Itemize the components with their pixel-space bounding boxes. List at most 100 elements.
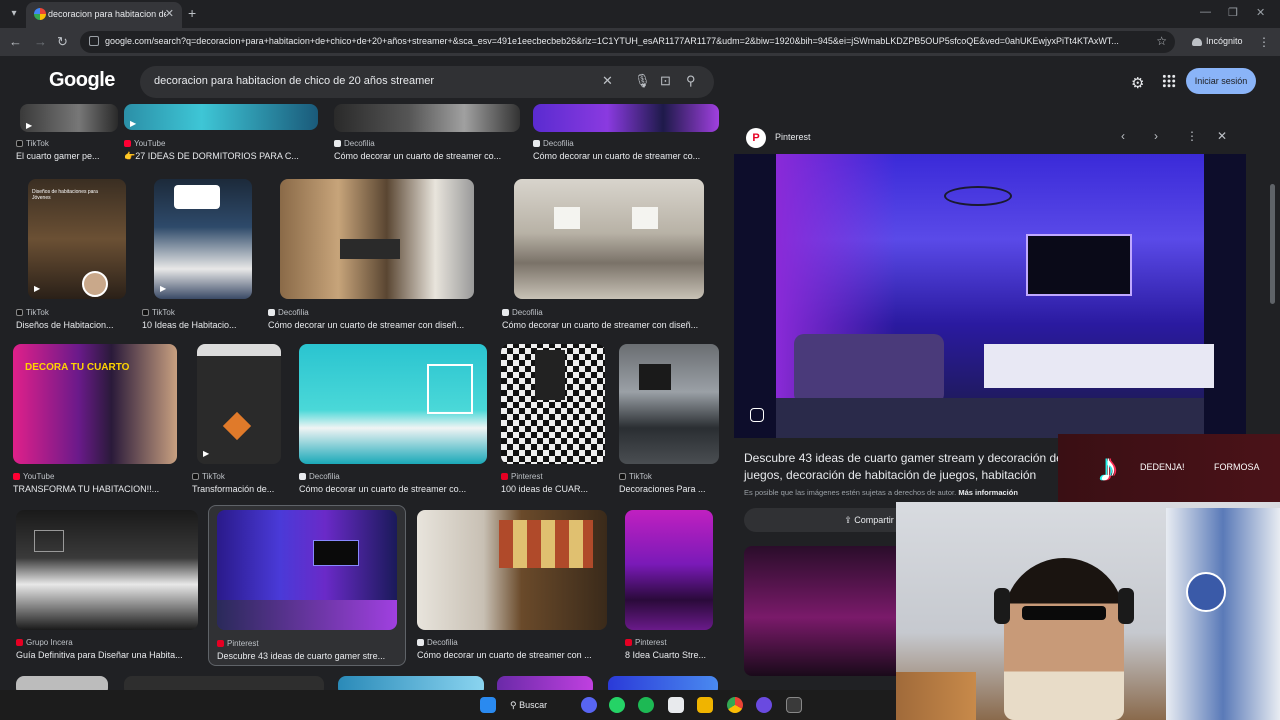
result-source: Decofilia — [334, 139, 375, 148]
tab-search-icon[interactable]: ▾ — [6, 6, 22, 22]
taskbar-search[interactable]: ⚲ Buscar — [510, 696, 570, 714]
related-image[interactable] — [744, 546, 904, 676]
panel-title[interactable]: Descubre 43 ideas de cuarto gamer stream… — [744, 450, 1064, 484]
url-text: google.com/search?q=decoracion+para+habi… — [105, 36, 1119, 46]
whatsapp-icon[interactable] — [609, 697, 625, 713]
result-card[interactable]: ▶ YouTube 👉27 IDEAS DE DORMITORIOS PARA … — [124, 104, 320, 164]
minimize-icon[interactable]: — — [1200, 6, 1211, 18]
result-card[interactable]: Pinterest 8 Idea Cuarto Stre... — [625, 510, 725, 662]
pinterest-icon — [501, 473, 508, 480]
search-icon[interactable]: ⚲ — [686, 73, 696, 89]
result-thumbnail — [299, 344, 487, 464]
result-card-selected[interactable]: Pinterest Descubre 43 ideas de cuarto ga… — [208, 505, 406, 666]
browser-tab-bar: ▾ decoracion para habitacion de ✕ + — ❐ … — [0, 0, 1280, 28]
result-thumbnail: ▶ — [154, 179, 252, 299]
address-bar[interactable]: google.com/search?q=decoracion+para+habi… — [80, 31, 1175, 53]
lens-icon[interactable] — [750, 408, 764, 422]
result-card[interactable]: Pinterest 100 ideas de CUAR... — [501, 344, 611, 496]
google-apps-icon[interactable] — [1162, 74, 1176, 88]
result-caption: Descubre 43 ideas de cuarto gamer stre..… — [217, 651, 386, 661]
app-icon[interactable] — [756, 697, 772, 713]
result-card[interactable]: Decofilia Cómo decorar un cuarto de stre… — [334, 104, 520, 164]
result-card[interactable]: ▶ TikTok 10 Ideas de Habitacio... — [142, 179, 258, 331]
result-thumbnail — [625, 510, 713, 630]
next-image-icon[interactable]: › — [1154, 129, 1158, 143]
result-thumbnail — [533, 104, 719, 132]
restore-icon[interactable]: ❐ — [1228, 6, 1238, 19]
browser-nav-bar: ← → ↻ google.com/search?q=decoracion+par… — [0, 28, 1280, 56]
result-source: Decofilia — [533, 139, 574, 148]
result-card[interactable]: Decofilia Cómo decorar un cuarto de stre… — [268, 179, 490, 331]
result-caption: 10 Ideas de Habitacio... — [142, 320, 237, 330]
capcut-icon[interactable] — [668, 697, 684, 713]
result-card[interactable]: ▶ TikTok Transformación de... — [192, 344, 290, 496]
chrome-icon[interactable] — [727, 697, 743, 713]
incognito-icon — [1192, 37, 1202, 46]
discord-icon[interactable] — [581, 697, 597, 713]
result-card[interactable]: ▶ TikTok El cuarto gamer pe... — [16, 104, 120, 164]
result-thumbnail: Diseños de habitaciones para Jóvenes ▶ — [28, 179, 126, 299]
result-thumbnail — [501, 344, 605, 464]
youtube-icon — [124, 140, 131, 147]
result-thumbnail — [217, 510, 397, 630]
result-card[interactable]: DECORA TU CUARTO YouTube TRANSFORMA TU H… — [13, 344, 191, 496]
lens-search-icon[interactable]: ⊡ — [660, 73, 671, 89]
spotify-icon[interactable] — [638, 697, 654, 713]
result-source: Decofilia — [417, 638, 458, 647]
result-thumbnail: ▶ — [197, 344, 281, 464]
decofilia-icon — [533, 140, 540, 147]
pinterest-icon — [625, 639, 632, 646]
close-window-icon[interactable]: ✕ — [1256, 6, 1265, 19]
search-icon: ⚲ — [510, 700, 520, 710]
google-logo[interactable]: Google — [49, 69, 115, 92]
reload-icon[interactable]: ↻ — [57, 34, 68, 50]
result-card[interactable]: Grupo Incera Guía Definitiva para Diseña… — [16, 510, 206, 662]
tiktok-logo-icon: ♪ — [1098, 446, 1118, 490]
bookmark-star-icon[interactable]: ☆ — [1156, 34, 1167, 48]
result-caption: 👉27 IDEAS DE DORMITORIOS PARA C... — [124, 151, 299, 161]
result-card[interactable]: Decofilia Cómo decorar un cuarto de stre… — [502, 179, 720, 331]
incognito-label: Incógnito — [1206, 36, 1243, 46]
result-card[interactable]: TikTok Decoraciones Para ... — [619, 344, 721, 496]
file-explorer-icon[interactable] — [697, 697, 713, 713]
site-info-icon[interactable] — [89, 36, 99, 46]
result-thumbnail — [619, 344, 719, 464]
result-thumbnail — [514, 179, 704, 299]
more-options-icon[interactable]: ⋮ — [1186, 129, 1198, 143]
result-card[interactable]: Decofilia Cómo decorar un cuarto de stre… — [533, 104, 719, 164]
result-card[interactable]: Decofilia Cómo decorar un cuarto de stre… — [417, 510, 607, 662]
previous-image-icon[interactable]: ‹ — [1121, 129, 1125, 143]
result-source: Pinterest — [625, 638, 667, 647]
more-info-link[interactable]: Más información — [958, 488, 1018, 497]
preview-image[interactable] — [734, 154, 1246, 438]
new-tab-icon[interactable]: + — [188, 5, 196, 21]
search-input[interactable]: decoracion para habitacion de chico de 2… — [140, 66, 714, 98]
app-icon[interactable] — [786, 697, 802, 713]
result-caption: Guía Definitiva para Diseñar una Habita.… — [16, 650, 183, 660]
tiktok-icon — [16, 309, 23, 316]
pinterest-logo-icon[interactable]: P — [746, 128, 766, 148]
result-source: YouTube — [124, 139, 165, 148]
browser-tab[interactable]: decoracion para habitacion de ✕ — [26, 2, 182, 28]
back-icon[interactable]: ← — [9, 34, 22, 49]
clear-search-icon[interactable]: ✕ — [602, 73, 613, 89]
voice-search-icon[interactable]: 🎙 — [634, 73, 651, 89]
settings-gear-icon[interactable]: ⚙ — [1131, 74, 1144, 92]
windows-start-icon[interactable] — [480, 697, 496, 713]
result-caption: Cómo decorar un cuarto de streamer con d… — [502, 320, 699, 330]
browser-menu-icon[interactable]: ⋮ — [1258, 35, 1270, 49]
result-source: YouTube — [13, 472, 54, 481]
forward-icon[interactable]: → — [34, 34, 47, 49]
panel-scrollbar[interactable] — [1270, 184, 1275, 304]
incognito-indicator[interactable]: Incógnito — [1192, 36, 1243, 46]
result-caption: Diseños de Habitacion... — [16, 320, 114, 330]
panel-source[interactable]: Pinterest — [775, 132, 811, 142]
result-caption: Cómo decorar un cuarto de streamer co... — [334, 151, 502, 161]
result-card[interactable]: Diseños de habitaciones para Jóvenes ▶ T… — [16, 179, 126, 331]
close-tab-icon[interactable]: ✕ — [165, 7, 174, 20]
close-panel-icon[interactable]: ✕ — [1217, 129, 1227, 143]
result-card[interactable]: Decofilia Cómo decorar un cuarto de stre… — [299, 344, 489, 496]
result-caption: Cómo decorar un cuarto de streamer co... — [533, 151, 701, 161]
tab-title: decoracion para habitacion de — [48, 9, 166, 19]
signin-button[interactable]: Iniciar sesión — [1186, 68, 1256, 94]
